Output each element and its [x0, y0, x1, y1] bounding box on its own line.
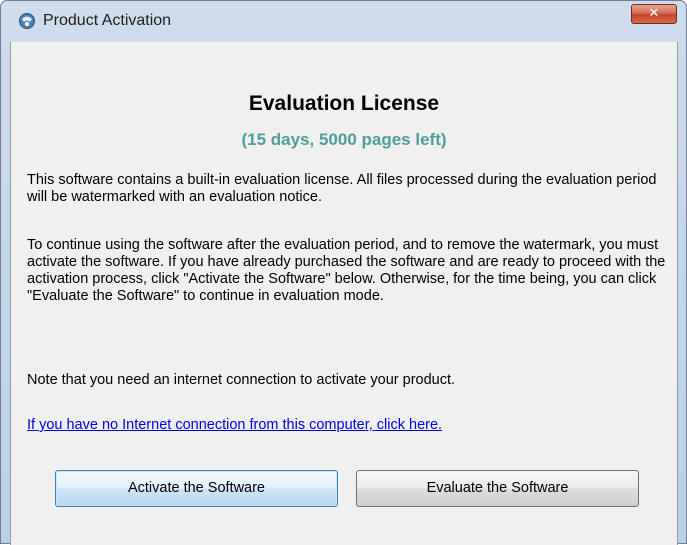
- activate-button[interactable]: Activate the Software: [55, 470, 338, 507]
- activation-instructions: To continue using the software after the…: [27, 237, 666, 304]
- dialog-content: Evaluation License (15 days, 5000 pages …: [10, 42, 678, 545]
- offline-activation-link[interactable]: If you have no Internet connection from …: [27, 417, 442, 433]
- close-button[interactable]: ✕: [631, 4, 677, 24]
- product-activation-icon: [17, 11, 37, 31]
- window-title: Product Activation: [43, 12, 172, 29]
- evaluate-button[interactable]: Evaluate the Software: [356, 470, 639, 507]
- internet-note: Note that you need an internet connectio…: [27, 372, 456, 388]
- title-bar[interactable]: Product Activation ✕: [1, 1, 686, 41]
- evaluation-status: (15 days, 5000 pages left): [241, 130, 447, 149]
- close-icon: ✕: [648, 6, 660, 21]
- license-description: This software contains a built-in evalua…: [27, 172, 657, 205]
- page-title: Evaluation License: [248, 92, 440, 115]
- product-activation-window: Product Activation ✕ Evaluation License …: [0, 0, 687, 545]
